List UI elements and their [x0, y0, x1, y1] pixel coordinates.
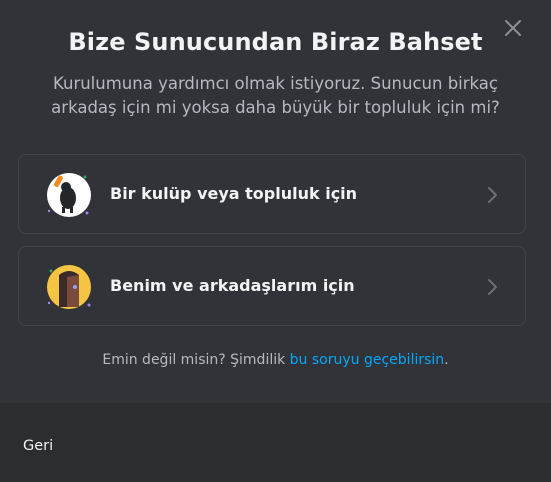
modal-footer: Geri [0, 403, 551, 482]
option-friends[interactable]: Benim ve arkadaşlarım için [18, 246, 526, 326]
chevron-right-icon [488, 187, 497, 203]
friends-door-icon [47, 265, 91, 309]
option-label: Bir kulüp veya topluluk için [110, 184, 358, 203]
modal-title: Bize Sunucundan Biraz Bahset [68, 28, 483, 56]
back-button[interactable]: Geri [23, 438, 53, 454]
skip-link[interactable]: bu soruyu geçebilirsin [290, 352, 445, 368]
modal-subtitle: Kurulumuna yardımcı olmak istiyoruz. Sun… [51, 74, 500, 117]
club-community-icon [47, 173, 91, 217]
server-setup-modal: Bize Sunucundan Biraz Bahset Kurulumuna … [0, 0, 551, 482]
hint-suffix: . [444, 352, 449, 368]
skip-hint: Emin değil misin? Şimdilik bu soruyu geç… [0, 352, 551, 368]
option-label: Benim ve arkadaşlarım için [110, 276, 355, 295]
option-club-community[interactable]: Bir kulüp veya topluluk için [18, 154, 526, 234]
chevron-right-icon [488, 279, 497, 295]
hint-text: Emin değil misin? Şimdilik [102, 352, 290, 368]
